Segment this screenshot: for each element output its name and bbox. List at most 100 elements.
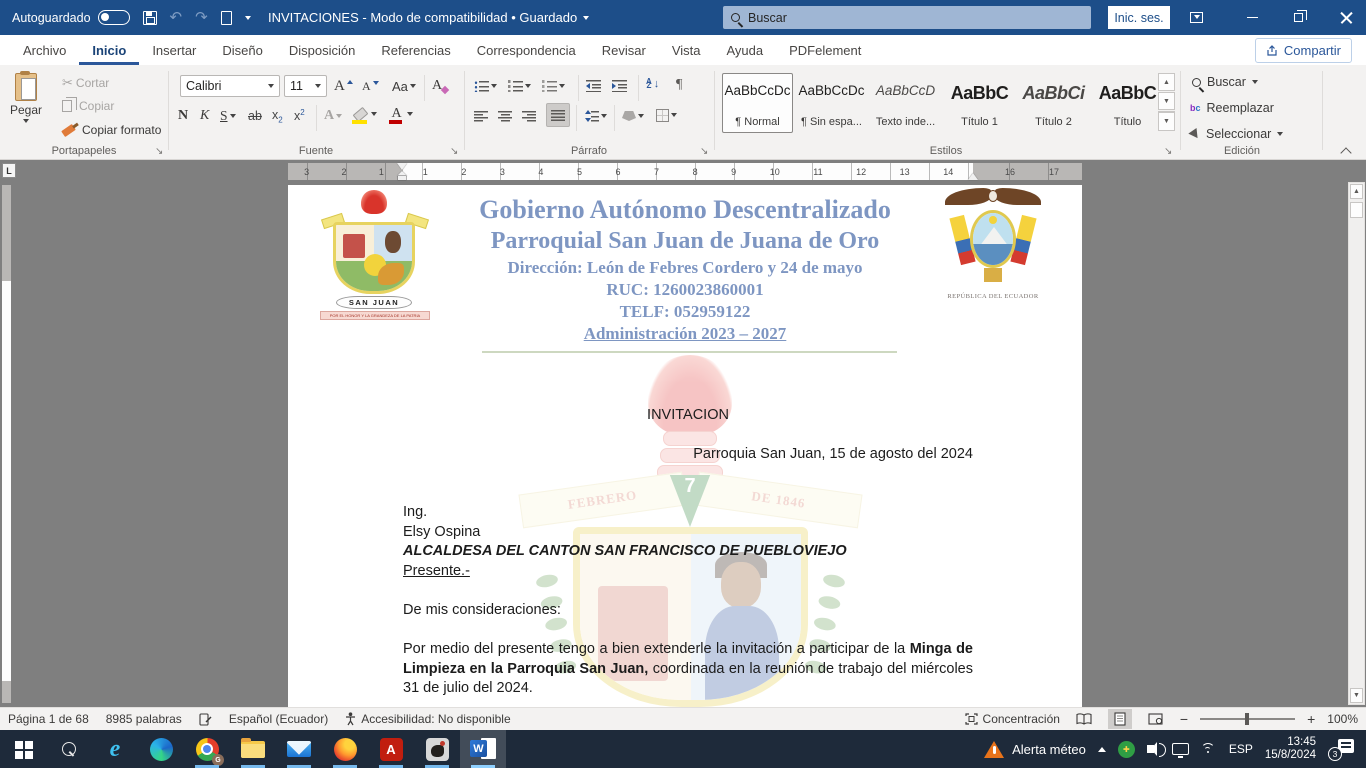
first-line-indent-marker[interactable] bbox=[397, 163, 407, 170]
subscript-button[interactable]: x2 bbox=[272, 105, 283, 127]
italic-button[interactable]: K bbox=[200, 105, 209, 127]
style-titulo-1[interactable]: AaBbC Título 1 bbox=[944, 73, 1015, 133]
tab-revisar[interactable]: Revisar bbox=[589, 37, 659, 65]
find-button[interactable]: Buscar bbox=[1192, 75, 1258, 89]
change-case-button[interactable]: Aa bbox=[392, 75, 416, 97]
tab-diseno[interactable]: Diseño bbox=[209, 37, 275, 65]
close-button[interactable] bbox=[1326, 0, 1366, 35]
word-count[interactable]: 8985 palabras bbox=[106, 712, 182, 726]
acrobat-button[interactable]: A bbox=[368, 730, 414, 768]
superscript-button[interactable]: x2 bbox=[294, 105, 305, 127]
scrollbar-thumb[interactable] bbox=[1350, 202, 1363, 218]
clock-widget[interactable]: 13:45 15/8/2024 bbox=[1265, 736, 1316, 763]
zoom-slider-thumb[interactable] bbox=[1245, 713, 1249, 725]
style-sin-espaciado[interactable]: AaBbCcDc ¶ Sin espa... bbox=[796, 73, 867, 133]
ribbon-display-options-button[interactable] bbox=[1176, 0, 1216, 35]
styles-scroll-down-button[interactable]: ▼ bbox=[1158, 92, 1175, 110]
align-right-button[interactable] bbox=[522, 105, 536, 127]
format-painter-button[interactable]: Copiar formato bbox=[62, 123, 161, 137]
decrease-indent-button[interactable] bbox=[586, 75, 601, 97]
style-normal[interactable]: AaBbCcDc ¶ Normal bbox=[722, 73, 793, 133]
zoom-slider[interactable] bbox=[1200, 718, 1295, 720]
web-layout-button[interactable] bbox=[1144, 709, 1168, 729]
internet-explorer-button[interactable]: e bbox=[92, 730, 138, 768]
collapse-ribbon-button[interactable] bbox=[1342, 147, 1352, 155]
zoom-out-button[interactable]: − bbox=[1180, 711, 1188, 727]
wifi-icon[interactable] bbox=[1201, 743, 1217, 755]
font-family-select[interactable]: Calibri bbox=[180, 75, 280, 97]
scroll-up-button[interactable]: ▲ bbox=[1350, 184, 1363, 199]
save-icon[interactable] bbox=[143, 11, 157, 25]
cut-button[interactable]: ✂Cortar bbox=[62, 75, 109, 91]
clipboard-dialog-launcher[interactable]: ↘ bbox=[155, 147, 163, 157]
tab-correspondencia[interactable]: Correspondencia bbox=[464, 37, 589, 65]
language-indicator[interactable]: Español (Ecuador) bbox=[229, 712, 328, 726]
accessibility-status[interactable]: Accesibilidad: No disponible bbox=[345, 712, 510, 726]
read-mode-button[interactable] bbox=[1072, 709, 1096, 729]
styles-gallery-more-button[interactable]: ▼ bbox=[1158, 111, 1175, 131]
mail-button[interactable] bbox=[276, 730, 322, 768]
select-button[interactable]: Seleccionar bbox=[1190, 127, 1283, 141]
proofing-status[interactable] bbox=[199, 713, 212, 726]
align-left-button[interactable] bbox=[474, 105, 488, 127]
right-indent-marker[interactable] bbox=[968, 173, 978, 180]
styles-dialog-launcher[interactable]: ↘ bbox=[1164, 147, 1172, 157]
bold-button[interactable]: N bbox=[178, 105, 188, 127]
paste-chevron-icon[interactable] bbox=[23, 119, 29, 123]
style-titulo[interactable]: AaBbC Título bbox=[1092, 73, 1163, 133]
text-effects-button[interactable]: A bbox=[324, 105, 342, 127]
tray-expand-chevron-icon[interactable] bbox=[1098, 747, 1106, 752]
text-highlight-button[interactable] bbox=[352, 103, 377, 125]
weather-alert-widget[interactable]: Alerta méteo bbox=[984, 741, 1086, 758]
firefox-button[interactable] bbox=[322, 730, 368, 768]
notification-center-button[interactable]: 3 bbox=[1328, 739, 1354, 759]
undo-icon[interactable]: ↶ bbox=[170, 10, 183, 25]
new-document-icon[interactable] bbox=[221, 11, 232, 25]
minimize-button[interactable] bbox=[1232, 0, 1272, 35]
vertical-scrollbar[interactable]: ▲ ▼ bbox=[1348, 182, 1365, 705]
zoom-level[interactable]: 100% bbox=[1327, 712, 1358, 726]
edge-button[interactable] bbox=[138, 730, 184, 768]
tab-referencias[interactable]: Referencias bbox=[368, 37, 463, 65]
tab-insertar[interactable]: Insertar bbox=[139, 37, 209, 65]
multilevel-list-button[interactable] bbox=[542, 75, 565, 97]
share-button[interactable]: Compartir bbox=[1255, 38, 1352, 63]
grow-font-button[interactable]: A bbox=[334, 75, 353, 97]
borders-button[interactable] bbox=[656, 104, 677, 126]
media-app-button[interactable] bbox=[414, 730, 460, 768]
style-titulo-2[interactable]: AaBbCi Título 2 bbox=[1018, 73, 1089, 133]
align-center-button[interactable] bbox=[498, 105, 512, 127]
style-texto-independiente[interactable]: AaBbCcD Texto inde... bbox=[870, 73, 941, 133]
document-page[interactable]: FEBRERO DE 1846 7 bbox=[288, 185, 1082, 707]
bullet-list-button[interactable] bbox=[474, 75, 497, 97]
autosave-toggle[interactable]: Autoguardado bbox=[12, 10, 130, 25]
page-indicator[interactable]: Página 1 de 68 bbox=[8, 712, 89, 726]
print-layout-button[interactable] bbox=[1108, 709, 1132, 729]
paste-button[interactable]: Pegar bbox=[10, 73, 42, 123]
font-color-button[interactable]: A bbox=[388, 103, 413, 125]
scroll-down-button[interactable]: ▼ bbox=[1350, 688, 1363, 703]
redo-icon[interactable]: ↷ bbox=[195, 10, 208, 25]
copy-button[interactable]: Copiar bbox=[62, 99, 114, 113]
tab-inicio[interactable]: Inicio bbox=[79, 37, 139, 65]
clear-formatting-button[interactable]: A bbox=[432, 75, 448, 97]
taskbar-search-button[interactable] bbox=[46, 730, 92, 768]
font-size-select[interactable]: 11 bbox=[284, 75, 327, 97]
zoom-in-button[interactable]: + bbox=[1307, 711, 1315, 727]
shading-button[interactable] bbox=[622, 105, 644, 127]
line-spacing-button[interactable] bbox=[584, 105, 607, 127]
customize-qat-chevron-icon[interactable] bbox=[245, 16, 251, 20]
volume-icon[interactable] bbox=[1147, 745, 1154, 753]
focus-mode-button[interactable]: Concentración bbox=[965, 712, 1060, 726]
hanging-indent-marker[interactable] bbox=[397, 171, 407, 180]
horizontal-ruler[interactable]: 321 1234567891011121314 1617 bbox=[288, 163, 1082, 180]
save-status-chevron-icon[interactable] bbox=[583, 16, 589, 20]
tab-archivo[interactable]: Archivo bbox=[10, 37, 79, 65]
paragraph-dialog-launcher[interactable]: ↘ bbox=[700, 147, 708, 157]
sign-in-button[interactable]: Inic. ses. bbox=[1108, 6, 1170, 29]
underline-button[interactable]: S bbox=[220, 105, 236, 127]
antivirus-icon[interactable]: ✚ bbox=[1118, 741, 1135, 758]
shrink-font-button[interactable]: A bbox=[362, 75, 379, 97]
replace-button[interactable]: bc Reemplazar bbox=[1190, 101, 1274, 115]
restore-button[interactable] bbox=[1278, 0, 1318, 35]
